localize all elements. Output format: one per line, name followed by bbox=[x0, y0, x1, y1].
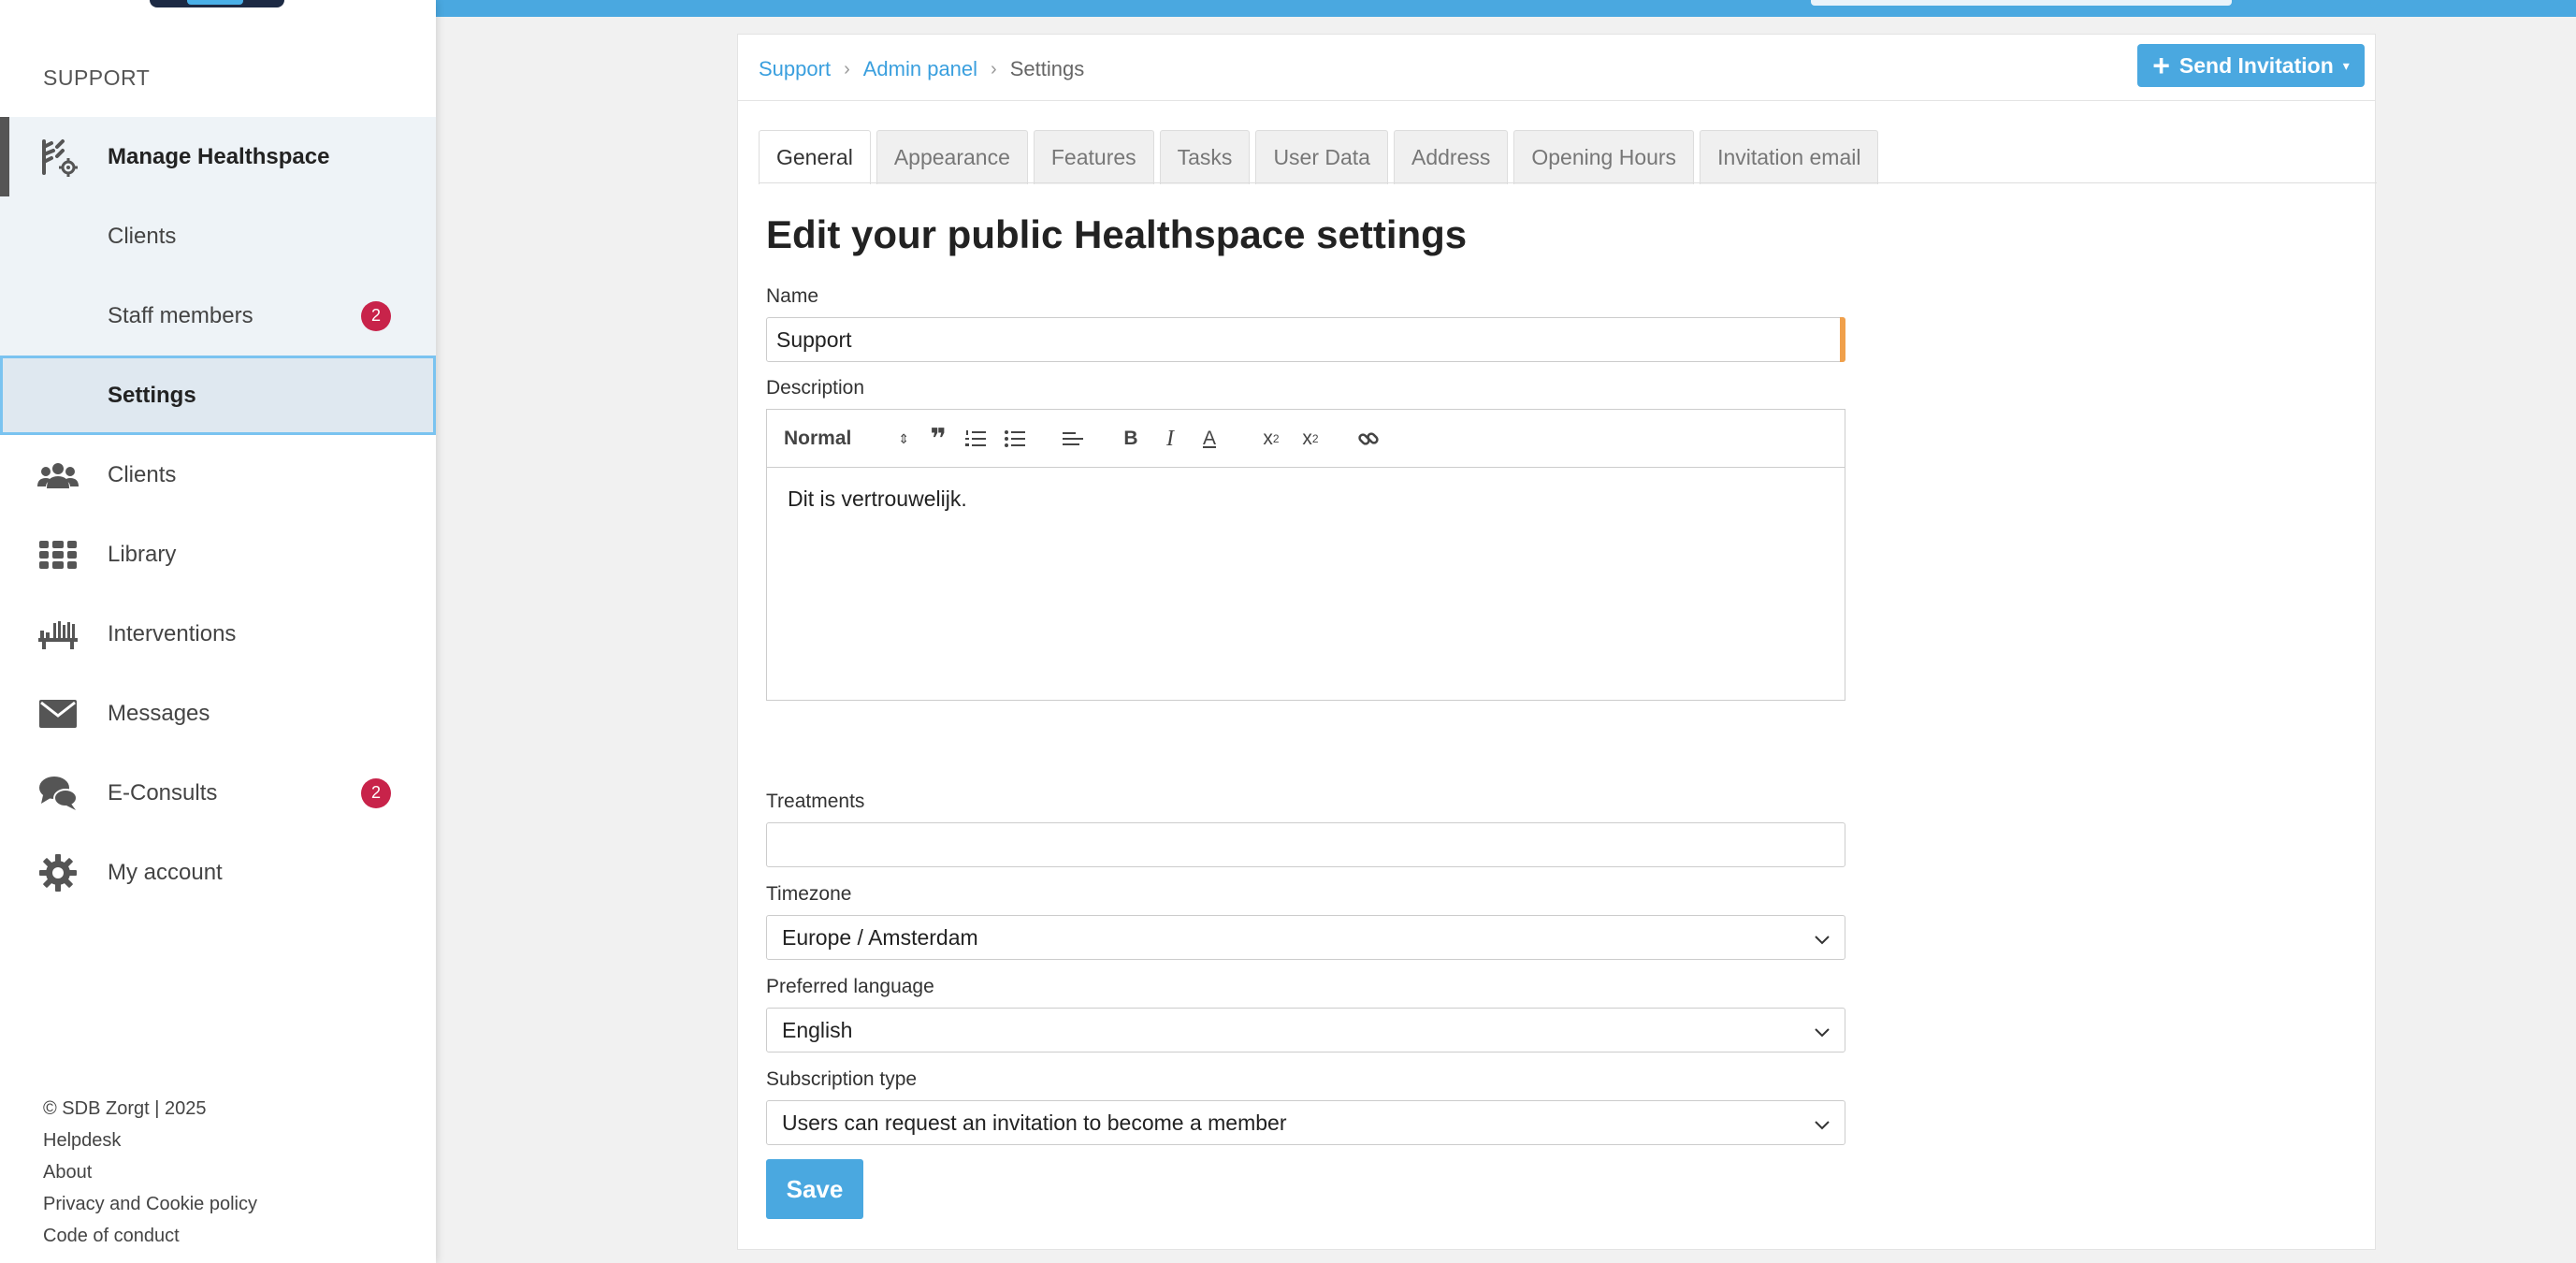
sidebar: SUPPORT Manage Healthspace Clients Staff… bbox=[0, 0, 436, 1263]
align-left-icon[interactable] bbox=[1059, 410, 1087, 468]
ordered-list-icon[interactable] bbox=[962, 410, 990, 468]
sidebar-item-label: Library bbox=[108, 541, 177, 567]
settings-tabs: General Appearance Features Tasks User D… bbox=[759, 130, 1879, 184]
footer-link-privacy[interactable]: Privacy and Cookie policy bbox=[43, 1188, 257, 1220]
subscription-label: Subscription type bbox=[766, 1068, 918, 1090]
page-title: Edit your public Healthspace settings bbox=[766, 212, 1468, 256]
timezone-select[interactable]: Europe / Amsterdam bbox=[766, 915, 1845, 960]
sidebar-item-clients-sub[interactable]: Clients bbox=[0, 196, 436, 276]
sidebar-item-label: Interventions bbox=[108, 620, 237, 646]
bullet-list-icon[interactable] bbox=[1001, 410, 1029, 468]
timezone-value: Europe / Amsterdam bbox=[782, 924, 978, 950]
chat-bubbles-icon bbox=[37, 773, 79, 814]
chevron-right-icon: › bbox=[991, 58, 997, 80]
editor-toolbar: Normal ⇕ ❞ B I A x2 x2 bbox=[767, 410, 1845, 468]
superscript-icon[interactable]: x2 bbox=[1295, 410, 1326, 468]
gear-icon bbox=[37, 852, 79, 893]
chevron-down-icon bbox=[1813, 929, 1831, 954]
treatments-input[interactable] bbox=[766, 822, 1845, 867]
envelope-icon bbox=[37, 693, 79, 734]
tab-general[interactable]: General bbox=[759, 130, 871, 184]
caret-down-icon: ▾ bbox=[2342, 57, 2350, 73]
copyright: © SDB Zorgt | 2025 bbox=[43, 1098, 207, 1119]
sidebar-heading: SUPPORT bbox=[43, 65, 151, 90]
breadcrumb-admin-panel[interactable]: Admin panel bbox=[863, 57, 977, 81]
breadcrumb: Support › Admin panel › Settings bbox=[759, 57, 1084, 81]
sidebar-item-label: My account bbox=[108, 859, 223, 885]
sidebar-item-label: E-Consults bbox=[108, 779, 218, 806]
footer-link-helpdesk[interactable]: Helpdesk bbox=[43, 1125, 257, 1156]
tab-opening-hours[interactable]: Opening Hours bbox=[1513, 130, 1695, 184]
name-input-accent bbox=[1840, 317, 1845, 362]
treatments-label: Treatments bbox=[766, 791, 865, 812]
chevron-down-icon bbox=[1813, 1114, 1831, 1140]
sidebar-footer: © SDB Zorgt | 2025 Helpdesk About Privac… bbox=[43, 1093, 257, 1252]
subscription-value: Users can request an invitation to becom… bbox=[782, 1110, 1287, 1135]
tab-address[interactable]: Address bbox=[1393, 130, 1509, 184]
updown-icon: ⇕ bbox=[898, 430, 910, 446]
chevron-down-icon bbox=[1813, 1022, 1831, 1047]
logo[interactable] bbox=[150, 0, 284, 7]
top-bar bbox=[436, 0, 2576, 17]
tab-invitation-email[interactable]: Invitation email bbox=[1700, 130, 1879, 184]
language-value: English bbox=[782, 1017, 853, 1042]
sidebar-item-clients[interactable]: Clients bbox=[0, 435, 436, 515]
chevron-right-icon: › bbox=[844, 58, 850, 80]
italic-icon[interactable]: I bbox=[1156, 410, 1184, 468]
sidebar-item-manage-healthspace[interactable]: Manage Healthspace bbox=[0, 117, 436, 196]
save-button[interactable]: Save bbox=[766, 1159, 863, 1219]
sidebar-item-label: Manage Healthspace bbox=[108, 143, 330, 169]
sidebar-item-staff-members[interactable]: Staff members 2 bbox=[0, 276, 436, 356]
format-select[interactable]: Normal ⇕ bbox=[784, 410, 915, 468]
sidebar-item-label: Messages bbox=[108, 700, 210, 726]
sidebar-item-label: Clients bbox=[108, 223, 177, 249]
language-label: Preferred language bbox=[766, 976, 934, 997]
description-label: Description bbox=[766, 377, 865, 399]
sidebar-item-label: Settings bbox=[108, 382, 196, 408]
clients-group-icon bbox=[37, 455, 79, 496]
format-select-value: Normal bbox=[784, 428, 852, 449]
library-grid-icon bbox=[37, 534, 79, 575]
interventions-icon bbox=[37, 614, 79, 655]
subscript-icon[interactable]: x2 bbox=[1255, 410, 1287, 468]
breadcrumb-current: Settings bbox=[1009, 57, 1085, 80]
header-divider bbox=[738, 100, 2375, 101]
description-text[interactable]: Dit is vertrouwelijk. bbox=[767, 468, 1845, 530]
send-invitation-label: Send Invitation bbox=[2178, 52, 2334, 78]
manage-healthspace-icon bbox=[37, 137, 79, 178]
e-consults-badge: 2 bbox=[361, 777, 391, 808]
sidebar-item-library[interactable]: Library bbox=[0, 515, 436, 594]
sidebar-item-my-account[interactable]: My account bbox=[0, 833, 436, 912]
description-editor: Normal ⇕ ❞ B I A x2 x2 Dit is vertrouwel… bbox=[766, 409, 1845, 701]
tab-appearance[interactable]: Appearance bbox=[876, 130, 1028, 184]
name-input[interactable] bbox=[766, 317, 1845, 362]
sidebar-item-interventions[interactable]: Interventions bbox=[0, 594, 436, 674]
text-color-icon[interactable]: A bbox=[1195, 410, 1223, 468]
sidebar-item-messages[interactable]: Messages bbox=[0, 674, 436, 753]
tabs-divider bbox=[759, 182, 2377, 183]
tab-tasks[interactable]: Tasks bbox=[1159, 130, 1251, 184]
sidebar-item-e-consults[interactable]: E-Consults 2 bbox=[0, 753, 436, 833]
tab-features[interactable]: Features bbox=[1033, 130, 1154, 184]
footer-link-about[interactable]: About bbox=[43, 1156, 257, 1188]
bold-icon[interactable]: B bbox=[1117, 410, 1145, 468]
link-icon[interactable] bbox=[1353, 410, 1384, 468]
plus-icon: + bbox=[2152, 49, 2170, 82]
name-label: Name bbox=[766, 285, 819, 307]
language-select[interactable]: English bbox=[766, 1008, 1845, 1052]
staff-members-badge: 2 bbox=[361, 300, 391, 331]
tab-user-data[interactable]: User Data bbox=[1255, 130, 1388, 184]
sidebar-item-label: Staff members bbox=[108, 302, 253, 328]
sidebar-item-label: Clients bbox=[108, 461, 177, 487]
timezone-label: Timezone bbox=[766, 883, 852, 905]
footer-link-code-of-conduct[interactable]: Code of conduct bbox=[43, 1220, 257, 1252]
subscription-select[interactable]: Users can request an invitation to becom… bbox=[766, 1100, 1845, 1145]
send-invitation-button[interactable]: + Send Invitation ▾ bbox=[2137, 44, 2365, 87]
breadcrumb-support[interactable]: Support bbox=[759, 57, 831, 81]
blockquote-icon[interactable]: ❞ bbox=[924, 410, 952, 468]
sidebar-item-settings[interactable]: Settings bbox=[0, 356, 436, 435]
search-input[interactable] bbox=[1811, 0, 2232, 6]
settings-panel: Support › Admin panel › Settings + Send … bbox=[737, 34, 2377, 1250]
